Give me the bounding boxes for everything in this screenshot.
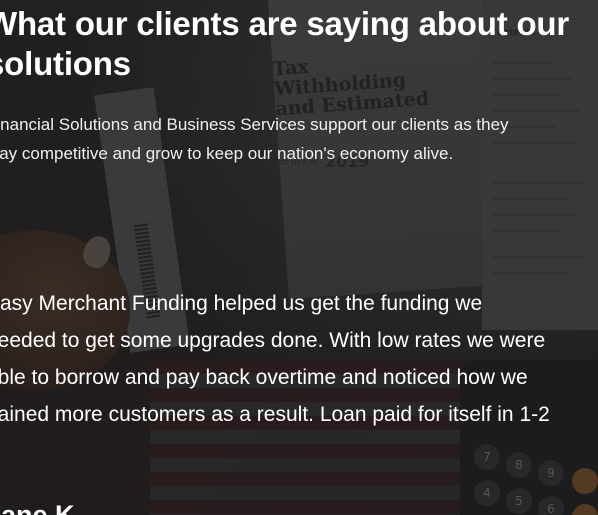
section-intro: Financial Solutions and Business Service… [0,115,509,163]
section-heading: What our clients are saying about our so… [0,5,570,82]
testimonials-hero: Tax Withholding and Estimated For use in… [0,0,598,515]
testimonial-quote: Easy Merchant Funding helped us get the … [0,292,550,426]
testimonial-author: Jane K [0,500,75,515]
